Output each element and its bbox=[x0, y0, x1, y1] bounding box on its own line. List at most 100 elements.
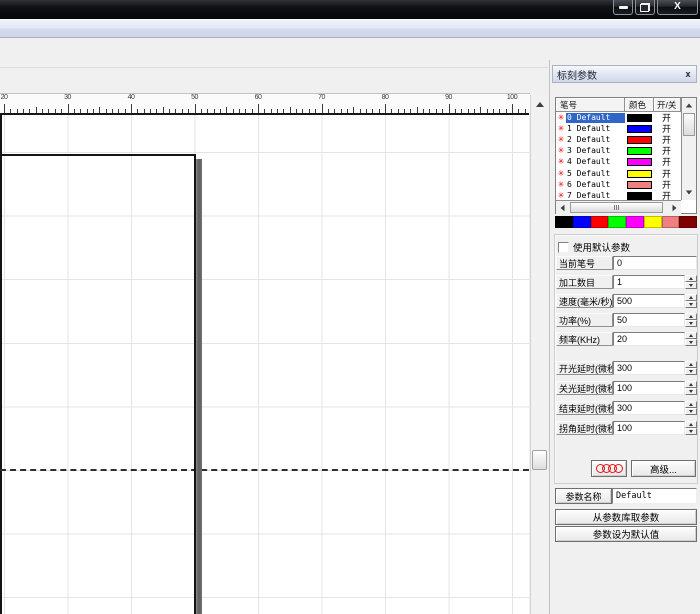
close-button[interactable]: X bbox=[657, 0, 698, 15]
pen-table-column-header[interactable]: 颜色 bbox=[625, 98, 654, 112]
pen-color-swatch bbox=[627, 170, 652, 178]
parameter-label: 结束延时(微秒) bbox=[556, 401, 613, 415]
advanced-button[interactable]: 高级... bbox=[631, 460, 696, 477]
spinner-up-button[interactable] bbox=[685, 421, 697, 428]
pen-on-off-state: 开 bbox=[654, 146, 679, 156]
get-params-from-library-button[interactable]: 从参数库取参数 bbox=[555, 509, 697, 525]
pen-table-row[interactable]: ✳4 Default开 bbox=[556, 157, 681, 168]
pen-table-vertical-scrollbar[interactable] bbox=[681, 98, 696, 200]
pen-table-row[interactable]: ✳1 Default开 bbox=[556, 123, 681, 134]
minimize-button[interactable] bbox=[613, 0, 633, 15]
parameter-field-row: 速度(毫米/秒) bbox=[556, 294, 697, 308]
red-light-rings-button[interactable] bbox=[591, 460, 627, 477]
parameter-value-input[interactable] bbox=[613, 275, 685, 289]
spinner-down-button[interactable] bbox=[685, 301, 697, 308]
parameter-label: 开光延时(微秒) bbox=[556, 361, 613, 375]
spinner-up-button[interactable] bbox=[685, 332, 697, 339]
pen-table-row[interactable]: ✳5 Default开 bbox=[556, 168, 681, 179]
pen-table-scroll-left[interactable] bbox=[557, 203, 568, 213]
ruler-tick-label: 70 bbox=[313, 94, 331, 101]
spinner-down-button[interactable] bbox=[685, 282, 697, 289]
panel-title-bar: 标刻参数 x bbox=[552, 65, 697, 83]
parameter-value-input[interactable] bbox=[613, 313, 685, 327]
pen-name: 0 Default bbox=[566, 113, 625, 123]
pen-name: 3 Default bbox=[566, 146, 625, 156]
window-controls: X bbox=[613, 0, 698, 16]
palette-color-swatch[interactable] bbox=[644, 216, 662, 228]
palette-color-swatch[interactable] bbox=[608, 216, 626, 228]
palette-color-swatch[interactable] bbox=[591, 216, 609, 228]
parameter-value-input[interactable] bbox=[613, 381, 685, 395]
parameter-value-input[interactable] bbox=[613, 421, 685, 435]
ruler-tick-label: 50 bbox=[186, 94, 204, 101]
spinner-up-button[interactable] bbox=[685, 381, 697, 388]
pen-asterisk-icon: ✳ bbox=[556, 170, 566, 178]
canvas-vertical-scrollbar[interactable] bbox=[530, 95, 548, 614]
spinner-up-button[interactable] bbox=[685, 294, 697, 301]
pen-table-scroll-right[interactable] bbox=[669, 203, 680, 213]
parameter-label: 频率(KHz) bbox=[556, 332, 613, 346]
parameter-field-row: 拐角延时(微秒) bbox=[556, 421, 697, 435]
set-params-as-default-button[interactable]: 参数设为默认值 bbox=[555, 526, 697, 542]
spinner-up-button[interactable] bbox=[685, 401, 697, 408]
use-default-params-checkbox[interactable] bbox=[558, 242, 569, 253]
spinner-up-button[interactable] bbox=[685, 313, 697, 320]
spinner-down-button[interactable] bbox=[685, 408, 697, 415]
spinner-control bbox=[685, 275, 697, 289]
param-name-button[interactable]: 参数名称 bbox=[555, 488, 612, 504]
pen-table-vscroll-thumb[interactable] bbox=[683, 113, 695, 136]
arrow-up-icon bbox=[536, 102, 544, 107]
spinner-up-button[interactable] bbox=[685, 275, 697, 282]
scroll-up-button[interactable] bbox=[533, 97, 547, 111]
pen-asterisk-icon: ✳ bbox=[556, 147, 566, 155]
drawing-canvas[interactable] bbox=[0, 113, 529, 614]
pen-name: 6 Default bbox=[566, 180, 625, 190]
palette-color-swatch[interactable] bbox=[679, 216, 697, 228]
parameter-label: 功率(%) bbox=[556, 313, 613, 327]
param-name-field[interactable]: Default bbox=[612, 488, 697, 504]
pen-table-row[interactable]: ✳6 Default开 bbox=[556, 179, 681, 190]
pen-table-row[interactable]: ✳0 Default开 bbox=[556, 112, 681, 123]
pen-color-swatch bbox=[627, 181, 652, 189]
ruler-tick bbox=[322, 104, 323, 113]
pen-table-scroll-up[interactable] bbox=[683, 99, 695, 111]
pen-color-cell bbox=[625, 136, 654, 144]
restore-button[interactable] bbox=[635, 0, 655, 15]
spinner-control bbox=[685, 332, 697, 346]
parameter-label: 关光延时(微秒) bbox=[556, 381, 613, 395]
palette-color-swatch[interactable] bbox=[573, 216, 591, 228]
arrow-up-icon bbox=[689, 383, 693, 386]
arrow-up-icon bbox=[689, 277, 693, 280]
pen-table-row[interactable]: ✳7 Default开 bbox=[556, 190, 681, 200]
rectangle-object-top-edge[interactable] bbox=[0, 154, 196, 156]
palette-color-swatch[interactable] bbox=[555, 216, 573, 228]
spinner-up-button[interactable] bbox=[685, 361, 697, 368]
spinner-down-button[interactable] bbox=[685, 368, 697, 375]
parameter-value-input[interactable] bbox=[613, 361, 685, 375]
parameters-group-box bbox=[554, 234, 698, 484]
pen-table-scroll-down[interactable] bbox=[683, 186, 695, 198]
parameter-value-input[interactable] bbox=[613, 294, 685, 308]
pen-table-header: 笔号颜色开/关 bbox=[556, 98, 696, 112]
spinner-down-button[interactable] bbox=[685, 320, 697, 327]
pen-table-hscroll-thumb[interactable] bbox=[570, 202, 663, 213]
parameter-value-input[interactable] bbox=[613, 256, 697, 270]
parameter-value-input[interactable] bbox=[613, 332, 685, 346]
vertical-scrollbar-thumb[interactable] bbox=[532, 450, 547, 470]
spinner-down-button[interactable] bbox=[685, 428, 697, 435]
use-default-params-label: 使用默认参数 bbox=[573, 240, 630, 254]
spinner-down-button[interactable] bbox=[685, 339, 697, 346]
palette-color-swatch[interactable] bbox=[626, 216, 644, 228]
palette-color-swatch[interactable] bbox=[662, 216, 680, 228]
pen-table-rows: ✳0 Default开✳1 Default开✳2 Default开✳3 Defa… bbox=[556, 112, 681, 200]
arrow-up-icon bbox=[689, 334, 693, 337]
pen-table-row[interactable]: ✳3 Default 开 bbox=[556, 146, 681, 157]
panel-close-button[interactable]: x bbox=[681, 67, 695, 81]
pen-table-horizontal-scrollbar[interactable] bbox=[556, 200, 681, 214]
spinner-down-button[interactable] bbox=[685, 388, 697, 395]
pen-table-column-header[interactable]: 笔号 bbox=[556, 98, 625, 112]
pen-table-column-header[interactable]: 开/关 bbox=[654, 98, 681, 112]
pen-table-row[interactable]: ✳2 Default开 bbox=[556, 134, 681, 145]
parameter-value-input[interactable] bbox=[613, 401, 685, 415]
rectangle-object-right-edge[interactable] bbox=[194, 154, 196, 614]
